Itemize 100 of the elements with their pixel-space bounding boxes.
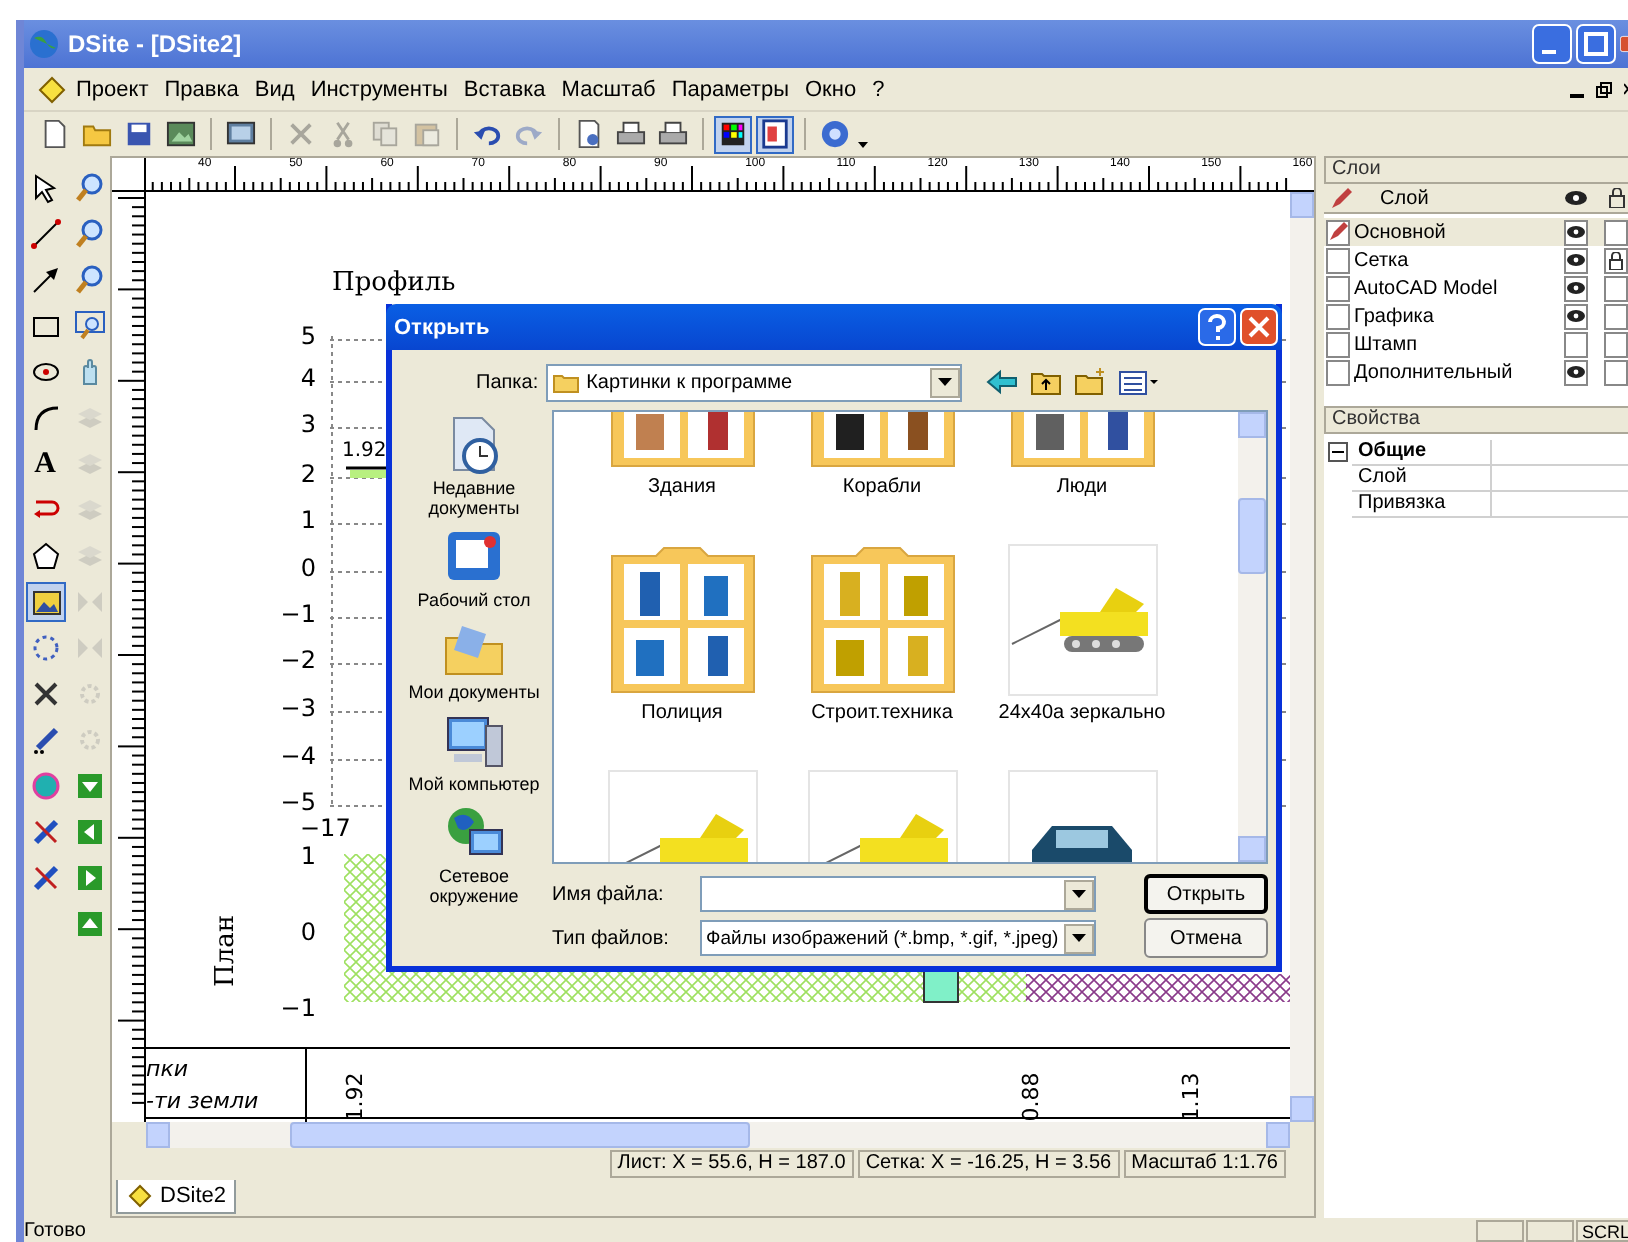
- layer-active-toggle[interactable]: [1326, 219, 1350, 245]
- folder-dropdown[interactable]: Картинки к программе: [546, 363, 963, 401]
- window-title: DSite - [DSite2]: [68, 30, 242, 58]
- new-folder-icon[interactable]: [1074, 368, 1107, 396]
- file-name[interactable]: Корабли: [842, 476, 922, 498]
- dialog-title: Открыть: [394, 315, 490, 339]
- view-menu-icon[interactable]: [1118, 368, 1159, 396]
- file-type-dropdown[interactable]: Файлы изображений (*.bmp, *.gif, *.jpeg): [700, 920, 1096, 956]
- place-shortcut[interactable]: Сетевое окружение: [398, 802, 550, 906]
- row-label: пки: [146, 1056, 188, 1082]
- file-name-field[interactable]: [700, 876, 1096, 912]
- lock-toggle[interactable]: [1604, 275, 1628, 301]
- place-shortcut[interactable]: Мой компьютер: [398, 710, 550, 794]
- property-group: Общие: [1352, 440, 1492, 466]
- property-name: Привязка: [1352, 492, 1492, 518]
- file-name[interactable]: Полиция: [641, 702, 723, 724]
- column-header: Слой: [1378, 187, 1431, 209]
- back-icon[interactable]: [986, 368, 1019, 396]
- dotted-circle-icon: [29, 632, 61, 664]
- document-icon: [36, 73, 68, 105]
- file-name[interactable]: 24x40a зеркально: [998, 702, 1166, 724]
- tools-icon: [29, 678, 61, 710]
- row-label: -ти земли: [146, 1088, 259, 1114]
- menu-item[interactable]: Параметры: [663, 77, 797, 101]
- palette-icon: [718, 118, 748, 150]
- document-icon: [126, 1182, 154, 1210]
- tool-button[interactable]: A: [25, 444, 65, 484]
- layers-icon: [73, 540, 105, 572]
- scrollbar-thumb[interactable]: [1238, 498, 1266, 574]
- arrow-right-icon: [73, 862, 105, 894]
- toolbar-button[interactable]: [714, 115, 752, 153]
- file-name[interactable]: Здания: [648, 476, 716, 498]
- zoom-icon: [73, 264, 105, 296]
- layer-name[interactable]: Дополнительный: [1352, 361, 1556, 383]
- arrow-up-icon: [73, 908, 105, 940]
- menu-item[interactable]: Проект: [68, 77, 157, 101]
- visibility-toggle[interactable]: [1564, 303, 1588, 329]
- eye-icon: [1564, 188, 1588, 208]
- visibility-toggle[interactable]: [1564, 275, 1588, 301]
- visibility-toggle[interactable]: [1564, 219, 1588, 245]
- layer-active-toggle[interactable]: [1326, 247, 1350, 273]
- open-button[interactable]: Открыть: [1144, 874, 1268, 914]
- visibility-toggle[interactable]: [1564, 247, 1588, 273]
- dropdown-arrow-icon: [1072, 890, 1086, 898]
- layer-name[interactable]: Сетка: [1352, 249, 1556, 271]
- image-icon: [166, 118, 196, 150]
- layer-name[interactable]: Штамп: [1352, 333, 1556, 355]
- flip-icon: [73, 632, 105, 664]
- lock-toggle[interactable]: [1604, 359, 1628, 385]
- help-button[interactable]: [1198, 308, 1236, 346]
- lock-toggle[interactable]: [1604, 247, 1628, 273]
- layer-active-toggle[interactable]: [1326, 275, 1350, 301]
- help-icon: [820, 118, 850, 150]
- axis-label: 0: [300, 918, 316, 946]
- visibility-toggle[interactable]: [1564, 331, 1588, 357]
- file-name[interactable]: Люди: [1056, 476, 1108, 498]
- folder-up-icon[interactable]: [1030, 368, 1063, 396]
- status-field: Масштаб 1:1.76: [1123, 1150, 1286, 1178]
- menu-item[interactable]: ?: [864, 77, 893, 101]
- property-name: Слой: [1352, 466, 1492, 492]
- tool-button[interactable]: [25, 214, 65, 254]
- menu-item[interactable]: Инструменты: [302, 77, 456, 101]
- maximize-button[interactable]: [1576, 24, 1616, 64]
- lock-icon: [1607, 188, 1625, 208]
- menu-item[interactable]: Правка: [156, 77, 247, 101]
- plan-title: План: [211, 915, 241, 987]
- close-button[interactable]: [1240, 308, 1278, 346]
- tool-button[interactable]: [25, 582, 65, 622]
- cancel-button[interactable]: Отмена: [1144, 918, 1268, 958]
- menu-item[interactable]: Окно: [797, 77, 865, 101]
- menu-item[interactable]: Вставка: [455, 77, 554, 101]
- lock-toggle[interactable]: [1604, 303, 1628, 329]
- toolbar-button[interactable]: [756, 115, 794, 153]
- place-shortcut[interactable]: Недавние документы: [398, 414, 550, 518]
- layer-name[interactable]: AutoCAD Model: [1352, 277, 1556, 299]
- printer-icon: [658, 118, 688, 150]
- status-field: Сетка: X = -16.25, H = 3.56: [857, 1150, 1120, 1178]
- lock-toggle[interactable]: [1604, 331, 1628, 357]
- place-shortcut[interactable]: Мои документы: [398, 618, 550, 702]
- file-name[interactable]: Строит.техника: [811, 702, 953, 724]
- panel-icon: [760, 118, 790, 150]
- menu-item[interactable]: Вид: [246, 77, 303, 101]
- zoom-window-icon: [73, 310, 105, 342]
- document-tab[interactable]: DSite2: [116, 1180, 237, 1214]
- layer-active-toggle[interactable]: [1326, 359, 1350, 385]
- visibility-toggle[interactable]: [1564, 359, 1588, 385]
- panel-title: Свойства: [1324, 406, 1628, 434]
- scrollbar-thumb[interactable]: [290, 1122, 750, 1148]
- lock-toggle[interactable]: [1604, 219, 1628, 245]
- layer-active-toggle[interactable]: [1326, 303, 1350, 329]
- collapse-icon[interactable]: [1328, 442, 1348, 462]
- axis-label: 1: [300, 842, 316, 870]
- wand-icon: [29, 816, 61, 848]
- layer-name[interactable]: Графика: [1352, 305, 1556, 327]
- restore-icon: [1596, 81, 1612, 97]
- place-shortcut[interactable]: Рабочий стол: [398, 526, 550, 610]
- layer-active-toggle[interactable]: [1326, 331, 1350, 357]
- minimize-button[interactable]: [1532, 24, 1572, 64]
- zoom-icon: [73, 172, 105, 204]
- menu-item[interactable]: Масштаб: [553, 77, 664, 101]
